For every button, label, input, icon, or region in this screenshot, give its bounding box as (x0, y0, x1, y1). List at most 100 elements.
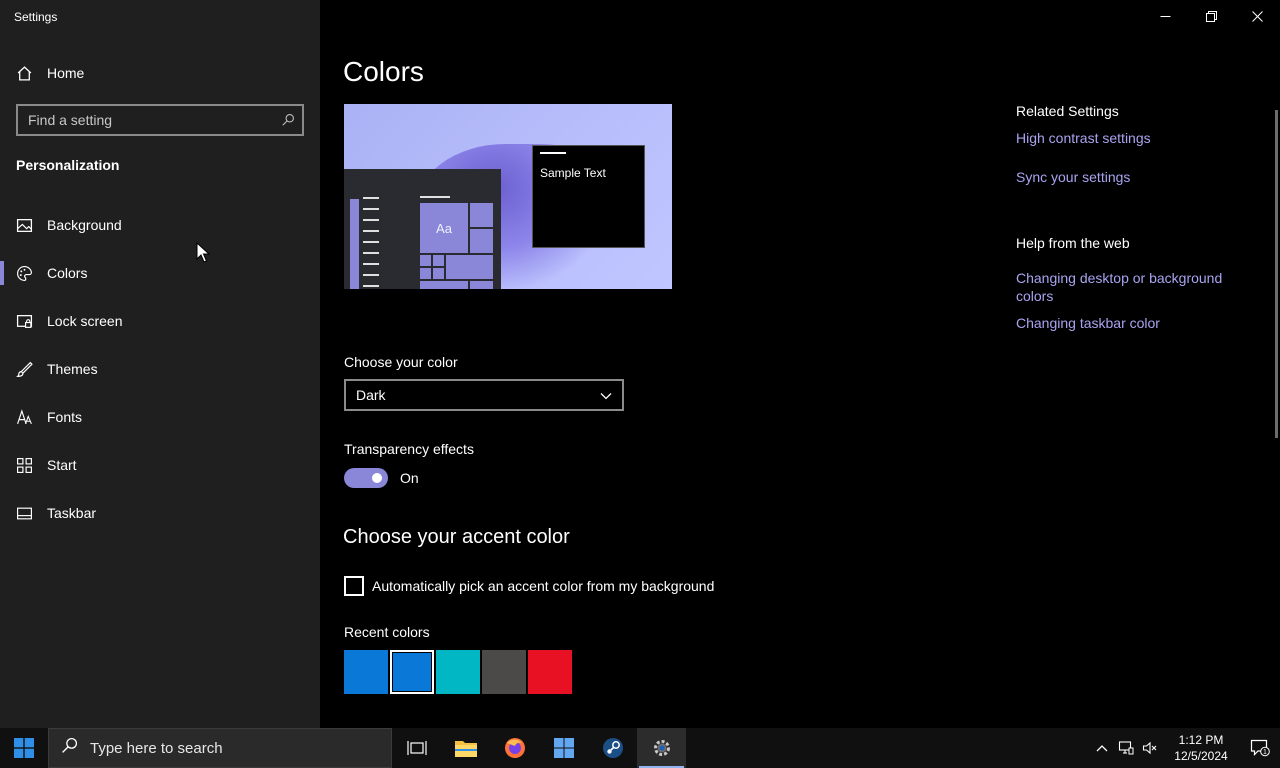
window-controls (1142, 0, 1280, 32)
transparency-toggle-row: On (344, 468, 419, 488)
auto-accent-label[interactable]: Automatically pick an accent color from … (372, 578, 714, 594)
steam-icon (602, 738, 623, 758)
taskbar: Type here to search 1:12 PM 12/5/2024 1 (0, 728, 1280, 768)
sidebar: Settings Home Personalization Background (0, 0, 320, 728)
personalization-nav: Background Colors Lock screen Themes Fon… (0, 201, 320, 537)
help-web-header: Help from the web (1016, 235, 1130, 251)
close-button[interactable] (1234, 0, 1280, 32)
settings-window: Settings Home Personalization Background (0, 0, 1280, 768)
color-swatch[interactable] (436, 650, 480, 694)
show-hidden-icons-button[interactable] (1090, 744, 1114, 752)
scrollbar[interactable] (1275, 110, 1278, 438)
recent-colors-label: Recent colors (344, 624, 430, 640)
sidebar-item-label: Colors (47, 265, 88, 281)
preview-tile-aa: Aa (420, 203, 468, 253)
sidebar-item-colors[interactable]: Colors (0, 249, 320, 297)
search-icon[interactable] (274, 113, 302, 127)
clock[interactable]: 1:12 PM 12/5/2024 (1162, 732, 1240, 764)
find-setting-search[interactable] (16, 104, 304, 136)
taskbar-search[interactable]: Type here to search (48, 728, 392, 768)
task-view-icon (406, 741, 427, 755)
sync-settings-link[interactable]: Sync your settings (1016, 168, 1256, 186)
preview-sample-bar (540, 152, 566, 154)
sidebar-item-fonts[interactable]: Fonts (0, 393, 320, 441)
sidebar-item-themes[interactable]: Themes (0, 345, 320, 393)
home-icon (16, 65, 33, 82)
high-contrast-link[interactable]: High contrast settings (1016, 129, 1256, 147)
settings-app-button[interactable] (637, 728, 686, 768)
color-swatch[interactable] (482, 650, 526, 694)
task-view-button[interactable] (392, 728, 441, 768)
file-explorer-button[interactable] (441, 728, 490, 768)
volume-button[interactable] (1138, 740, 1162, 756)
color-preview: Aa Sample Text (344, 104, 672, 289)
chevron-down-icon (600, 387, 612, 403)
action-center-button[interactable]: 1 (1240, 739, 1280, 757)
preview-tile (470, 203, 493, 227)
minimize-button[interactable] (1142, 0, 1188, 32)
preview-tile (433, 268, 444, 279)
color-swatch[interactable] (344, 650, 388, 694)
chevron-up-icon (1096, 745, 1108, 752)
search-icon (61, 737, 78, 759)
sidebar-item-label: Fonts (47, 409, 83, 425)
restore-icon (1205, 10, 1217, 22)
system-tray: 1:12 PM 12/5/2024 1 (1090, 728, 1280, 768)
choose-color-value: Dark (356, 387, 386, 403)
taskbar-search-placeholder: Type here to search (90, 739, 223, 757)
clock-date: 12/5/2024 (1174, 749, 1228, 763)
image-icon (16, 217, 33, 234)
minimize-icon (1160, 15, 1170, 17)
recent-colors-swatches (344, 650, 572, 694)
palette-icon (16, 265, 33, 282)
color-swatch[interactable] (390, 650, 434, 694)
preview-tile (446, 255, 493, 279)
home-nav-item[interactable]: Home (0, 56, 320, 90)
section-title: Personalization (16, 157, 120, 173)
sidebar-item-lock-screen[interactable]: Lock screen (0, 297, 320, 345)
start-grid-icon (16, 457, 33, 474)
firefox-button[interactable] (490, 728, 539, 768)
help-link-taskbar-color[interactable]: Changing taskbar color (1016, 314, 1256, 332)
steam-button[interactable] (588, 728, 637, 768)
preview-sample-window: Sample Text (532, 145, 645, 248)
transparency-label: Transparency effects (344, 441, 474, 457)
transparency-toggle[interactable] (344, 468, 388, 488)
volume-muted-icon (1142, 741, 1157, 755)
taskbar-icon (16, 505, 33, 522)
related-settings-panel: Related Settings High contrast settings … (1016, 103, 1256, 332)
sidebar-item-label: Taskbar (47, 505, 97, 521)
sidebar-item-taskbar[interactable]: Taskbar (0, 489, 320, 537)
preview-sample-text: Sample Text (540, 166, 606, 180)
preview-tile (420, 268, 431, 279)
preview-menu-lines (363, 197, 379, 289)
sidebar-item-background[interactable]: Background (0, 201, 320, 249)
preview-tile (470, 281, 493, 289)
grid-app-icon (553, 738, 574, 758)
brush-icon (16, 361, 33, 378)
restore-button[interactable] (1188, 0, 1234, 32)
preview-line (420, 196, 450, 198)
choose-color-dropdown[interactable]: Dark (344, 379, 624, 411)
notification-icon: 1 (1250, 739, 1270, 757)
lock-screen-icon (16, 313, 33, 330)
home-label: Home (47, 65, 85, 81)
help-link-desktop-colors[interactable]: Changing desktop or background colors (1016, 269, 1236, 305)
auto-accent-checkbox[interactable] (344, 576, 364, 596)
choose-color-label: Choose your color (344, 354, 458, 370)
clock-time: 1:12 PM (1178, 733, 1224, 747)
find-setting-input[interactable] (18, 112, 274, 128)
color-swatch[interactable] (528, 650, 572, 694)
preview-accent-strip (350, 199, 359, 289)
network-button[interactable] (1114, 740, 1138, 756)
start-button[interactable] (0, 728, 48, 768)
firefox-icon (504, 738, 525, 758)
font-icon (16, 408, 33, 426)
taskbar-apps (392, 728, 686, 768)
sidebar-item-label: Start (47, 457, 77, 473)
main-content: Colors Aa Sample Text Choose your color … (320, 0, 1280, 728)
page-title: Colors (343, 56, 424, 87)
sidebar-item-label: Themes (47, 361, 98, 377)
sidebar-item-start[interactable]: Start (0, 441, 320, 489)
store-button[interactable] (539, 728, 588, 768)
